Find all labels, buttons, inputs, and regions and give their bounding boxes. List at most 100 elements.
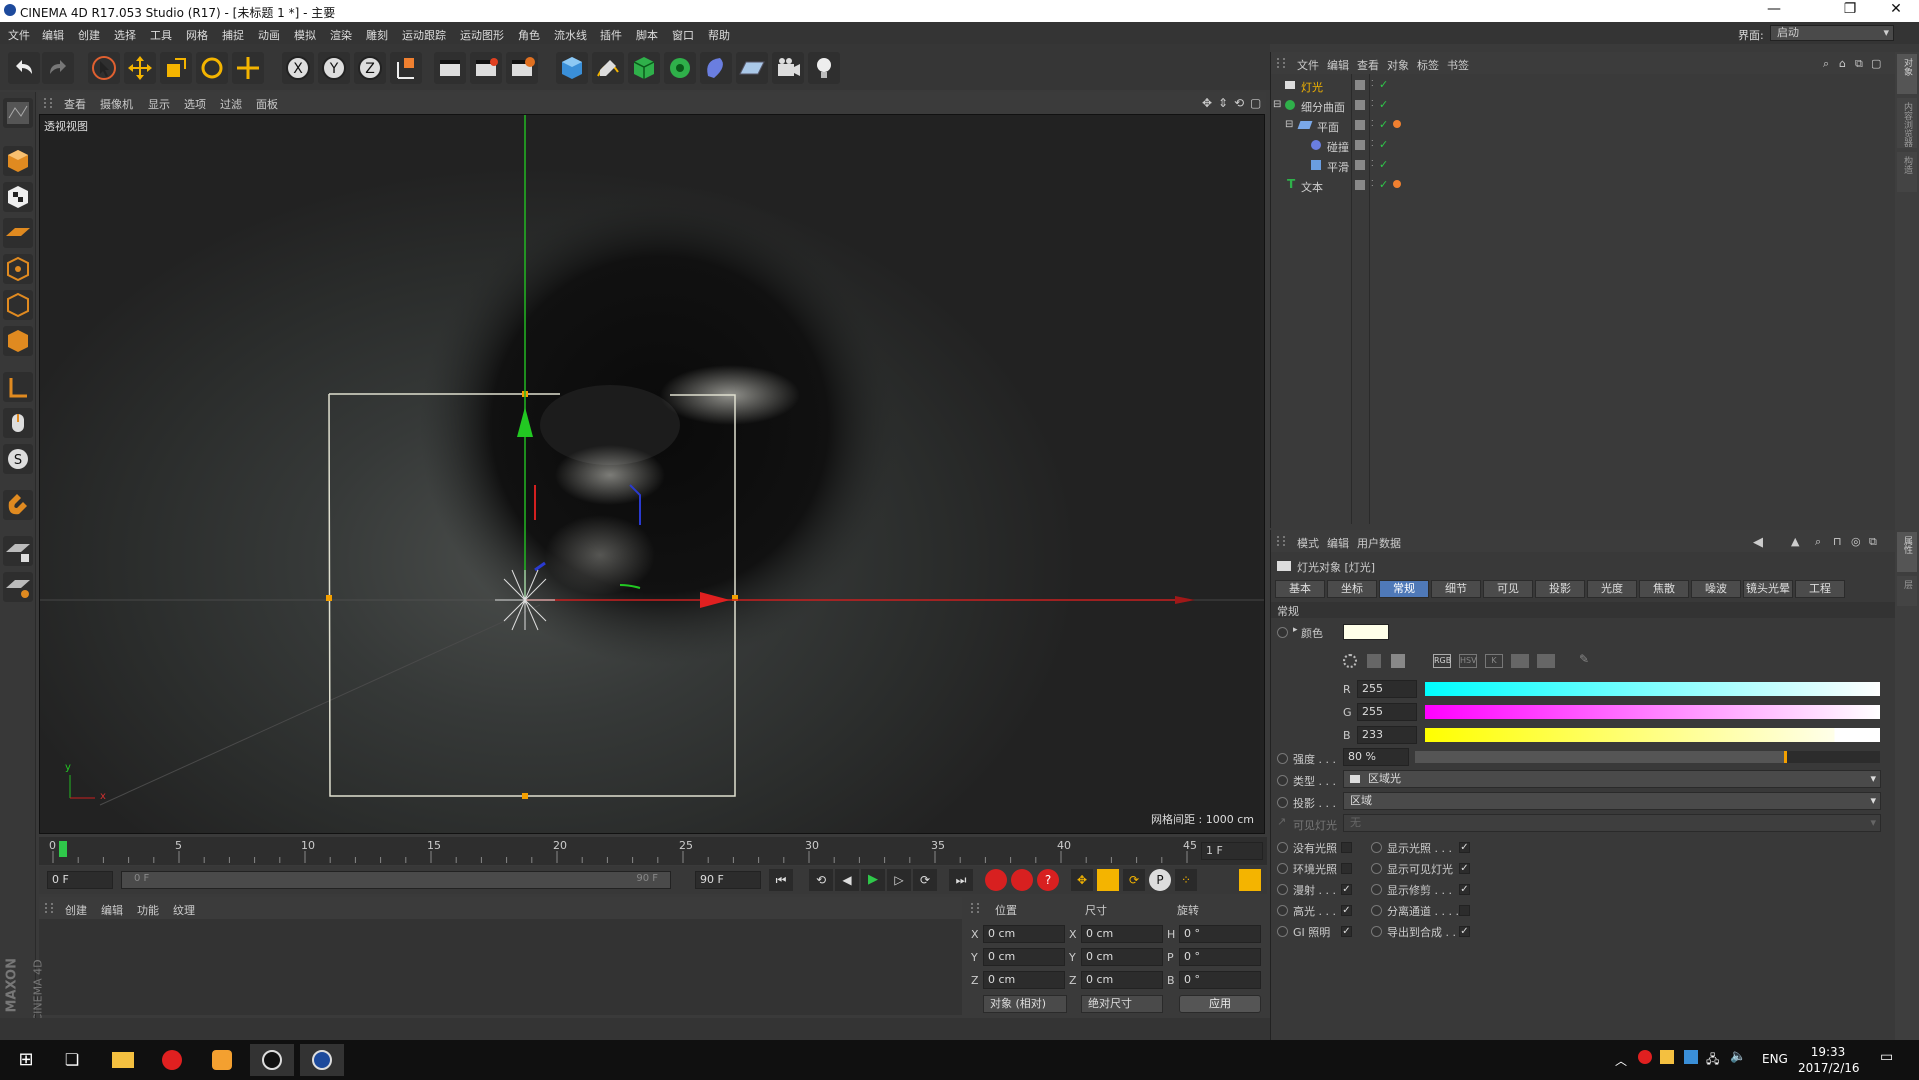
light-handle[interactable]: [522, 793, 528, 799]
anim-radio[interactable]: [1277, 884, 1288, 895]
model-mode-icon[interactable]: [3, 146, 33, 176]
deformer-icon[interactable]: [700, 52, 732, 84]
shadow-dropdown[interactable]: 区域 ▾: [1343, 792, 1881, 810]
texture-mode-icon[interactable]: [3, 182, 33, 212]
next-key-button[interactable]: ⟳: [913, 869, 937, 891]
menu-pipeline[interactable]: 流水线: [554, 27, 587, 43]
menu-script[interactable]: 脚本: [636, 27, 658, 43]
light-handle[interactable]: [326, 595, 332, 601]
anim-radio[interactable]: [1371, 926, 1382, 937]
anim-radio[interactable]: [1371, 842, 1382, 853]
move-icon[interactable]: [124, 52, 156, 84]
magnet-icon[interactable]: [3, 490, 33, 520]
size-x-field[interactable]: 0 cm: [1081, 925, 1163, 943]
close-button[interactable]: ✕: [1876, 1, 1916, 17]
attr-tab[interactable]: 光度: [1587, 580, 1637, 598]
search-icon[interactable]: ⌕: [1815, 535, 1821, 549]
visibility-dots-icon[interactable]: ⁚: [1371, 179, 1374, 188]
menu-select[interactable]: 选择: [114, 27, 136, 43]
rot-b-field[interactable]: 0 °: [1179, 971, 1261, 989]
mat-menu-texture[interactable]: 纹理: [173, 902, 195, 918]
visibility-dots-icon[interactable]: ⁚: [1371, 79, 1374, 88]
enabled-check-icon[interactable]: ✓: [1379, 98, 1388, 111]
auto-key-button[interactable]: [1011, 869, 1033, 891]
vp-menu-display[interactable]: 显示: [148, 96, 170, 112]
om-menu-bookmarks[interactable]: 书签: [1447, 57, 1469, 73]
menu-simulate[interactable]: 模拟: [294, 27, 316, 43]
eyedropper-icon[interactable]: ✎: [1579, 652, 1589, 666]
pan-icon[interactable]: ✥: [1202, 96, 1212, 110]
maximize-button[interactable]: ❐: [1830, 1, 1870, 17]
vp-menu-cameras[interactable]: 摄像机: [100, 96, 133, 112]
om-menu-view[interactable]: 查看: [1357, 57, 1379, 73]
option-checkbox[interactable]: ✓: [1459, 884, 1470, 895]
enabled-check-icon[interactable]: ✓: [1379, 158, 1388, 171]
menu-create[interactable]: 创建: [78, 27, 100, 43]
layer-icon[interactable]: [1355, 160, 1365, 170]
record-keys-button[interactable]: [985, 869, 1007, 891]
z-axis-icon[interactable]: Z: [354, 52, 386, 84]
pos-z-field[interactable]: 0 cm: [983, 971, 1065, 989]
menu-sculpt[interactable]: 雕刻: [366, 27, 388, 43]
visibility-dots-icon[interactable]: ⁚: [1371, 159, 1374, 168]
pen-spline-icon[interactable]: [592, 52, 624, 84]
g-slider[interactable]: [1425, 705, 1880, 719]
zoom-icon[interactable]: ⇕: [1218, 96, 1228, 110]
tray-chevron-icon[interactable]: ︿: [1615, 1052, 1627, 1069]
edges-mode-icon[interactable]: [3, 290, 33, 320]
network-icon[interactable]: 🖧: [1706, 1050, 1719, 1071]
option-checkbox[interactable]: ✓: [1459, 926, 1470, 937]
notifications-icon[interactable]: ▭: [1880, 1049, 1893, 1065]
color-swatch[interactable]: [1343, 624, 1389, 640]
render-picture-viewer-icon[interactable]: [470, 52, 502, 84]
om-menu-file[interactable]: 文件: [1297, 57, 1319, 73]
enable-axis-icon[interactable]: [3, 372, 33, 402]
render-view-icon[interactable]: [434, 52, 466, 84]
cinema4d-taskbar-icon[interactable]: [300, 1044, 344, 1076]
anim-radio[interactable]: [1277, 797, 1288, 808]
menu-render[interactable]: 渲染: [330, 27, 352, 43]
menu-motion-tracking[interactable]: 运动跟踪: [402, 27, 446, 43]
attr-tab[interactable]: 工程: [1795, 580, 1845, 598]
tray-app-icon[interactable]: [1660, 1050, 1674, 1064]
workplane-icon[interactable]: [3, 218, 33, 248]
option-checkbox[interactable]: ✓: [1459, 842, 1470, 853]
swatches-icon[interactable]: [1537, 654, 1555, 668]
anim-radio[interactable]: [1277, 753, 1288, 764]
points-mode-icon[interactable]: [3, 254, 33, 284]
key-param-icon[interactable]: P: [1149, 869, 1171, 891]
menu-character[interactable]: 角色: [518, 27, 540, 43]
enabled-check-icon[interactable]: ✓: [1379, 138, 1388, 151]
attr-tab[interactable]: 常规: [1379, 580, 1429, 598]
mat-menu-create[interactable]: 创建: [65, 902, 87, 918]
go-to-start-button[interactable]: ⏮: [769, 869, 793, 891]
rot-h-field[interactable]: 0 °: [1179, 925, 1261, 943]
windows-start-icon[interactable]: ⊞: [4, 1044, 48, 1076]
light-gizmo-icon[interactable]: [495, 569, 555, 631]
target-icon[interactable]: ◎: [1851, 535, 1861, 548]
new-view-icon[interactable]: ⧉: [1869, 535, 1877, 549]
x-axis-icon[interactable]: X: [282, 52, 314, 84]
maximize-view-icon[interactable]: ▢: [1250, 96, 1261, 110]
option-checkbox[interactable]: ✓: [1341, 905, 1352, 916]
subdivision-icon[interactable]: [628, 52, 660, 84]
attr-tab[interactable]: 投影: [1535, 580, 1585, 598]
menu-window[interactable]: 窗口: [672, 27, 694, 43]
snap-icon[interactable]: S: [3, 444, 33, 474]
attr-tab[interactable]: 焦散: [1639, 580, 1689, 598]
anim-radio[interactable]: [1277, 905, 1288, 916]
vp-menu-filter[interactable]: 过滤: [220, 96, 242, 112]
attr-tab[interactable]: 坐标: [1327, 580, 1377, 598]
attr-tab[interactable]: 细节: [1431, 580, 1481, 598]
tag-icon[interactable]: [1393, 120, 1401, 128]
right-tab-objects[interactable]: 对象: [1897, 54, 1917, 94]
menu-animate[interactable]: 动画: [258, 27, 280, 43]
playhead[interactable]: [59, 841, 67, 857]
render-settings-icon[interactable]: [506, 52, 538, 84]
attr-tab[interactable]: 镜头光晕: [1743, 580, 1793, 598]
anim-radio[interactable]: [1277, 842, 1288, 853]
b-field[interactable]: 233: [1357, 726, 1417, 744]
r-field[interactable]: 255: [1357, 680, 1417, 698]
file-explorer-icon[interactable]: [100, 1044, 144, 1076]
visibility-dots-icon[interactable]: ⁚: [1371, 99, 1374, 108]
